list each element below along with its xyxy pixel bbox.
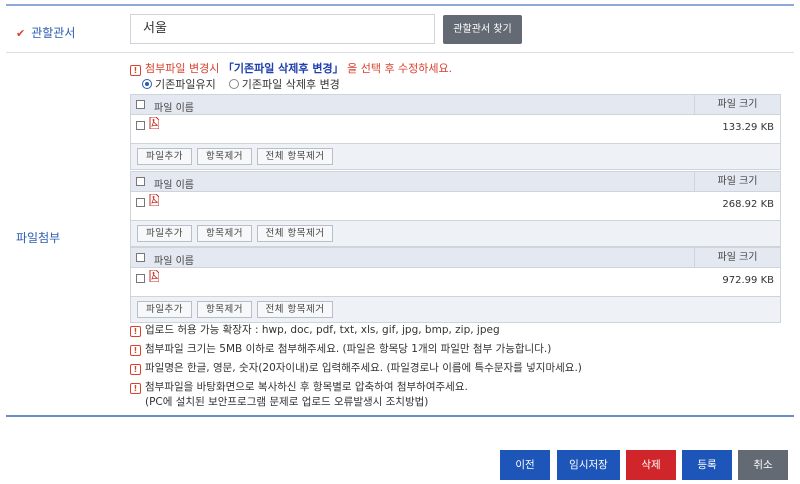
note-item: ! 첨부파일 크기는 5MB 이하로 첨부해주세요. (파일은 항목당 1개의 파… — [130, 341, 582, 360]
warning-icon: ! — [130, 326, 141, 337]
note-item: ! 업로드 허용 가능 확장자 : hwp, doc, pdf, txt, xls… — [130, 322, 582, 341]
file-table-header: 파일 이름 파일 크기 — [131, 95, 780, 115]
pdf-file-icon — [149, 117, 159, 129]
file-row: 268.92 KB — [131, 192, 780, 220]
temp-save-button[interactable]: 임시저장 — [557, 450, 620, 480]
note-item: ! 파일명은 한글, 영문, 숫자(20자이내)로 입력해주세요. (파일경로나 … — [130, 360, 582, 379]
file-mode-radios: 기존파일유지 기존파일 삭제후 변경 — [142, 76, 340, 92]
remove-all-button[interactable]: 전체 항목제거 — [257, 225, 333, 242]
register-button[interactable]: 등록 — [682, 450, 732, 480]
bottom-border — [6, 415, 794, 417]
row-divider — [6, 52, 794, 53]
add-file-button[interactable]: 파일추가 — [137, 225, 192, 242]
file-table-3: 파일 이름 파일 크기 972.99 KB 파일추가 항목제거 전체 항목제거 — [130, 247, 781, 323]
check-icon: ✔ — [16, 27, 26, 40]
file-size: 133.29 KB — [722, 122, 774, 133]
select-all-checkbox[interactable] — [136, 100, 145, 109]
select-all-checkbox[interactable] — [136, 253, 145, 262]
find-office-button[interactable]: 관할관서 찾기 — [443, 15, 522, 44]
file-table-2: 파일 이름 파일 크기 268.92 KB 파일추가 항목제거 전체 항목제거 — [130, 171, 781, 247]
office-label: ✔ 관할관서 — [16, 26, 76, 40]
cancel-button[interactable]: 취소 — [738, 450, 788, 480]
file-table-header: 파일 이름 파일 크기 — [131, 172, 780, 192]
attachment-notice: ! 첨부파일 변경시 「기존파일 삭제후 변경」 을 선택 후 수정하세요. — [130, 60, 452, 76]
remove-all-button[interactable]: 전체 항목제거 — [257, 301, 333, 318]
file-checkbox[interactable] — [136, 198, 145, 207]
radio-replace-label[interactable]: 기존파일 삭제후 변경 — [242, 78, 340, 91]
radio-replace[interactable] — [228, 79, 239, 89]
file-size: 972.99 KB — [722, 275, 774, 286]
file-actions-bar: 파일추가 항목제거 전체 항목제거 — [131, 143, 780, 169]
remove-all-button[interactable]: 전체 항목제거 — [257, 148, 333, 165]
add-file-button[interactable]: 파일추가 — [137, 301, 192, 318]
file-checkbox[interactable] — [136, 274, 145, 283]
warning-icon: ! — [130, 383, 141, 394]
remove-item-button[interactable]: 항목제거 — [197, 301, 252, 318]
top-border — [6, 4, 794, 6]
file-row: 133.29 KB — [131, 115, 780, 143]
pdf-file-icon — [149, 194, 159, 206]
radio-keep-label[interactable]: 기존파일유지 — [155, 78, 216, 91]
remove-item-button[interactable]: 항목제거 — [197, 225, 252, 242]
note-sub-item: (PC에 설치된 보안프로그램 문제로 업로드 오류발생시 조치방법) — [145, 396, 429, 408]
delete-button[interactable]: 삭제 — [626, 450, 676, 480]
add-file-button[interactable]: 파일추가 — [137, 148, 192, 165]
warning-icon: ! — [130, 345, 141, 356]
remove-item-button[interactable]: 항목제거 — [197, 148, 252, 165]
file-row: 972.99 KB — [131, 268, 780, 296]
file-size: 268.92 KB — [722, 199, 774, 210]
warning-icon: ! — [130, 65, 141, 76]
file-checkbox[interactable] — [136, 121, 145, 130]
upload-notes: ! 업로드 허용 가능 확장자 : hwp, doc, pdf, txt, xls… — [130, 322, 582, 413]
attachment-label: 파일첨부 — [16, 231, 61, 245]
prev-button[interactable]: 이전 — [500, 450, 550, 480]
office-input[interactable]: 서울 — [130, 14, 435, 44]
file-table-header: 파일 이름 파일 크기 — [131, 248, 780, 268]
warning-icon: ! — [130, 364, 141, 375]
pdf-file-icon — [149, 270, 159, 282]
select-all-checkbox[interactable] — [136, 177, 145, 186]
note-item: ! 첨부파일을 바탕화면으로 복사하신 후 항목별로 압축하여 첨부하여주세요. — [130, 379, 582, 394]
file-actions-bar: 파일추가 항목제거 전체 항목제거 — [131, 220, 780, 246]
radio-keep[interactable] — [142, 79, 152, 89]
file-table-1: 파일 이름 파일 크기 133.29 KB 파일추가 항목제거 전체 항목제거 — [130, 94, 781, 170]
file-actions-bar: 파일추가 항목제거 전체 항목제거 — [131, 296, 780, 322]
